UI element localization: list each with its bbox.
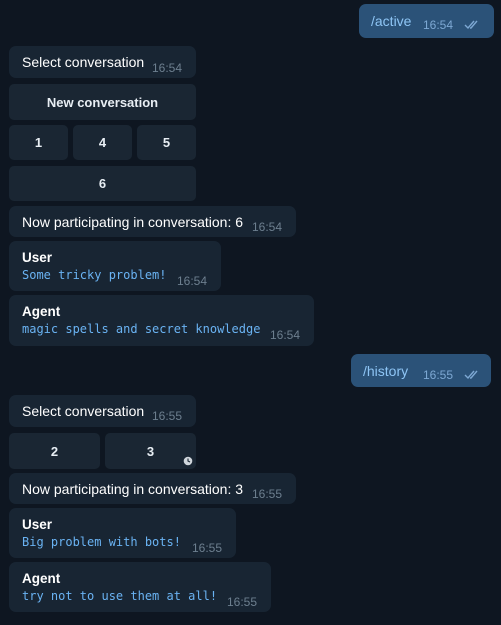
incoming-message-user: User Big problem with bots! 16:55 (9, 508, 236, 558)
command-link-active[interactable]: /active (371, 13, 411, 29)
incoming-message-select: Select conversation 16:54 (9, 46, 196, 78)
message-time: 16:55 (423, 368, 454, 382)
sender-name: Agent (22, 304, 61, 319)
incoming-message-agent: Agent try not to use them at all! 16:55 (9, 562, 271, 612)
incoming-message-select: Select conversation 16:55 (9, 395, 196, 427)
message-time: 16:54 (252, 220, 283, 234)
message-time: 16:55 (152, 409, 183, 423)
code-text: Some tricky problem! (22, 268, 167, 282)
outgoing-message-active: /active 16:54 (359, 4, 494, 38)
incoming-message-participating: Now participating in conversation: 6 16:… (9, 206, 296, 237)
message-time: 16:55 (227, 595, 258, 609)
message-time: 16:54 (270, 328, 301, 342)
new-conversation-button[interactable]: New conversation (9, 84, 196, 120)
message-time: 16:54 (177, 274, 208, 288)
code-text: magic spells and secret knowledge (22, 322, 261, 336)
sender-name: User (22, 517, 53, 532)
message-text: Select conversation (22, 54, 145, 70)
message-text: Select conversation (22, 403, 145, 419)
conversation-button-2[interactable]: 2 (9, 433, 100, 469)
sender-name: Agent (22, 571, 61, 586)
message-time: 16:54 (152, 61, 183, 75)
code-text: Big problem with bots! (22, 535, 181, 549)
conversation-button-6[interactable]: 6 (9, 166, 196, 201)
message-text: Now participating in conversation: 6 (22, 214, 244, 230)
sender-name: User (22, 250, 53, 265)
double-check-icon (464, 370, 478, 380)
clock-icon (183, 456, 193, 466)
incoming-message-participating: Now participating in conversation: 3 16:… (9, 473, 296, 504)
incoming-message-agent: Agent magic spells and secret knowledge … (9, 295, 314, 346)
outgoing-message-history: /history 16:55 (351, 354, 491, 387)
double-check-icon (464, 20, 478, 30)
code-text: try not to use them at all! (22, 589, 218, 603)
conversation-button-4[interactable]: 4 (73, 125, 132, 160)
message-text: Now participating in conversation: 3 (22, 481, 244, 497)
message-time: 16:55 (252, 487, 283, 501)
conversation-button-5[interactable]: 5 (137, 125, 196, 160)
message-time: 16:54 (423, 18, 454, 32)
conversation-button-1[interactable]: 1 (9, 125, 68, 160)
incoming-message-user: User Some tricky problem! 16:54 (9, 241, 221, 291)
command-link-history[interactable]: /history (363, 363, 408, 379)
message-time: 16:55 (192, 541, 223, 555)
